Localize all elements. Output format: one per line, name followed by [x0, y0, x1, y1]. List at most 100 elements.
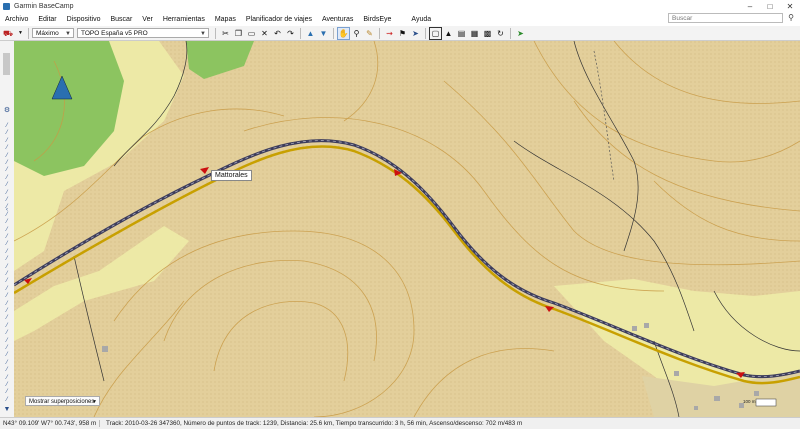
title-bar: Garmin BaseCamp [0, 0, 800, 12]
close-icon[interactable]: ✕ [780, 0, 800, 12]
toolbar-separator [379, 27, 380, 39]
track-item-icon[interactable]: ⁄ [2, 389, 12, 395]
waypoint-label[interactable]: Mattorales [211, 170, 252, 181]
menu-aventuras[interactable]: Aventuras [317, 16, 358, 23]
scale-bar-label: 100 m [743, 399, 756, 404]
undo-icon[interactable]: ↶ [272, 28, 283, 39]
track-item-icon[interactable]: ⁄ [2, 234, 12, 240]
left-panel-strip: ⚙ ⁄ ⁄ ⁄ ⁄ ⁄ ⁄ ⁄ ⁄ ⁄ ⁄ ⁄ ⁄ ⁄ ⁄ ⁄ ⁄ ⁄ ⁄ ⁄ ⁄ ⁄ ⁄ ⁄ ⁄ ⁄ ⁄ ⁄ ⁄ ⁄ ⁄ ⁄ ⁄ ⁄ ⁄ ⁄ ⁄ ⁄ ⁄… [0, 41, 15, 417]
menu-editar[interactable]: Editar [33, 16, 61, 23]
app-icon [3, 2, 10, 10]
status-bar: N43° 09.109' W7° 00.743', 958 m Track: 2… [0, 417, 800, 429]
track-item-icon[interactable]: ⁄ [2, 397, 12, 403]
menu-dispositivo[interactable]: Dispositivo [62, 16, 106, 23]
new-waypoint-icon[interactable]: ⚑ [397, 28, 408, 39]
search-icon[interactable]: ⚲ [785, 13, 797, 23]
detail-select-value: Máximo [36, 30, 59, 37]
map-canvas[interactable] [14, 41, 800, 417]
map-view[interactable]: Mattorales 100 m Mostrar superposiciones… [14, 41, 800, 417]
track-item-icon[interactable]: ⁄ [2, 323, 12, 329]
track-item-icon[interactable]: ⁄ [2, 264, 12, 270]
track-item-icon[interactable]: ⁄ [2, 227, 12, 233]
track-item-icon[interactable]: ⁄ [2, 130, 12, 136]
chevron-down-icon: ▼ [200, 31, 206, 37]
track-item-icon[interactable]: ⁄ [2, 286, 12, 292]
track-item-icon[interactable]: ⁄ [2, 345, 12, 351]
cursor-coordinates: N43° 09.109' W7° 00.743', 958 m [0, 420, 100, 427]
track-item-icon[interactable]: ⁄ [2, 301, 12, 307]
track-item-icon[interactable]: ⁄ [2, 145, 12, 151]
grid-icon[interactable]: ▩ [482, 28, 493, 39]
menu-ver[interactable]: Ver [137, 16, 158, 23]
track-item-icon[interactable]: ⁄ [2, 315, 12, 321]
send-device-icon[interactable]: ▼ [318, 28, 329, 39]
menu-mapas[interactable]: Mapas [210, 16, 241, 23]
scrollbar-thumb[interactable] [3, 53, 10, 75]
view-3d-icon[interactable]: ▲ [443, 28, 454, 39]
track-item-icon[interactable]: ⁄ [2, 219, 12, 225]
view-2d-icon[interactable]: ▢ [429, 26, 442, 40]
send-to-phone-icon[interactable]: ➤ [515, 28, 526, 39]
refresh-icon[interactable]: ↻ [495, 28, 506, 39]
menu-archivo[interactable]: Archivo [0, 16, 33, 23]
track-item-icon[interactable]: ⁄ [2, 278, 12, 284]
track-item-icon[interactable]: ⁄ [2, 138, 12, 144]
toolbar: ⛟ ▼ Máximo ▼ TOPO España v5 PRO ▼ ✂ ❐ ▭ … [0, 26, 800, 41]
track-item-icon[interactable]: ⁄ [2, 160, 12, 166]
delete-icon[interactable]: ✕ [259, 28, 270, 39]
overlay-select-value: Mostrar superposiciones [29, 399, 95, 405]
toolbar-separator [300, 27, 301, 39]
menu-herramientas[interactable]: Herramientas [158, 16, 210, 23]
track-item-icon[interactable]: ⁄ [2, 123, 12, 129]
layers-icon[interactable]: ▤ [456, 28, 467, 39]
new-track-icon[interactable]: ➤ [410, 28, 421, 39]
menu-planificador[interactable]: Planificador de viajes [241, 16, 317, 23]
car-profile-icon[interactable]: ⛟ [1, 28, 15, 39]
paste-icon[interactable]: ▭ [246, 28, 257, 39]
track-item-icon[interactable]: ⁄ [2, 360, 12, 366]
collapse-icon[interactable]: ‹ [2, 207, 12, 213]
track-item-icon[interactable]: ⁄ [2, 293, 12, 299]
track-item-icon[interactable]: ⁄ [2, 175, 12, 181]
track-item-icon[interactable]: ⁄ [2, 330, 12, 336]
track-item-icon[interactable]: ⁄ [2, 352, 12, 358]
track-item-icon[interactable]: ⁄ [2, 338, 12, 344]
menu-birdseye[interactable]: BirdsEye [358, 16, 396, 23]
minimize-icon[interactable]: – [740, 0, 760, 12]
scale-bar [755, 398, 777, 407]
filter-icon[interactable]: ▼ [2, 406, 12, 413]
track-item-icon[interactable]: ⁄ [2, 256, 12, 262]
maximize-icon[interactable]: □ [760, 0, 780, 12]
chevron-down-icon[interactable]: ▼ [17, 28, 24, 39]
measure-tool-icon[interactable]: ✎ [364, 28, 375, 39]
track-item-icon[interactable]: ⁄ [2, 271, 12, 277]
hand-tool-icon[interactable]: ✋ [337, 26, 350, 40]
track-item-icon[interactable]: ⁄ [2, 367, 12, 373]
detail-select[interactable]: Máximo ▼ [32, 28, 74, 38]
track-item-icon[interactable]: ⁄ [2, 241, 12, 247]
track-item-icon[interactable]: ⁄ [2, 182, 12, 188]
copy-icon[interactable]: ❐ [233, 28, 244, 39]
overlay-select[interactable]: Mostrar superposiciones ▼ [25, 396, 100, 406]
fit-icon[interactable]: ▦ [469, 28, 480, 39]
track-item-icon[interactable]: ⁄ [2, 249, 12, 255]
track-item-icon[interactable]: ⁄ [2, 375, 12, 381]
track-item-icon[interactable]: ⁄ [2, 153, 12, 159]
new-route-icon[interactable]: ⇝ [384, 28, 395, 39]
menu-buscar[interactable]: Buscar [106, 16, 138, 23]
track-item-icon[interactable]: ⁄ [2, 190, 12, 196]
redo-icon[interactable]: ↷ [285, 28, 296, 39]
chevron-down-icon: ▼ [92, 399, 97, 405]
search-input[interactable]: Buscar [668, 13, 783, 23]
track-item-icon[interactable]: ⁄ [2, 308, 12, 314]
toolbar-separator [510, 27, 511, 39]
settings-icon[interactable]: ⚙ [2, 107, 12, 114]
track-item-icon[interactable]: ⁄ [2, 197, 12, 203]
cut-icon[interactable]: ✂ [220, 28, 231, 39]
track-item-icon[interactable]: ⁄ [2, 167, 12, 173]
map-product-select[interactable]: TOPO España v5 PRO ▼ [77, 28, 209, 38]
menu-ayuda[interactable]: Ayuda [406, 16, 436, 23]
track-item-icon[interactable]: ⁄ [2, 382, 12, 388]
receive-device-icon[interactable]: ▲ [305, 28, 316, 39]
zoom-tool-icon[interactable]: ⚲ [351, 28, 362, 39]
